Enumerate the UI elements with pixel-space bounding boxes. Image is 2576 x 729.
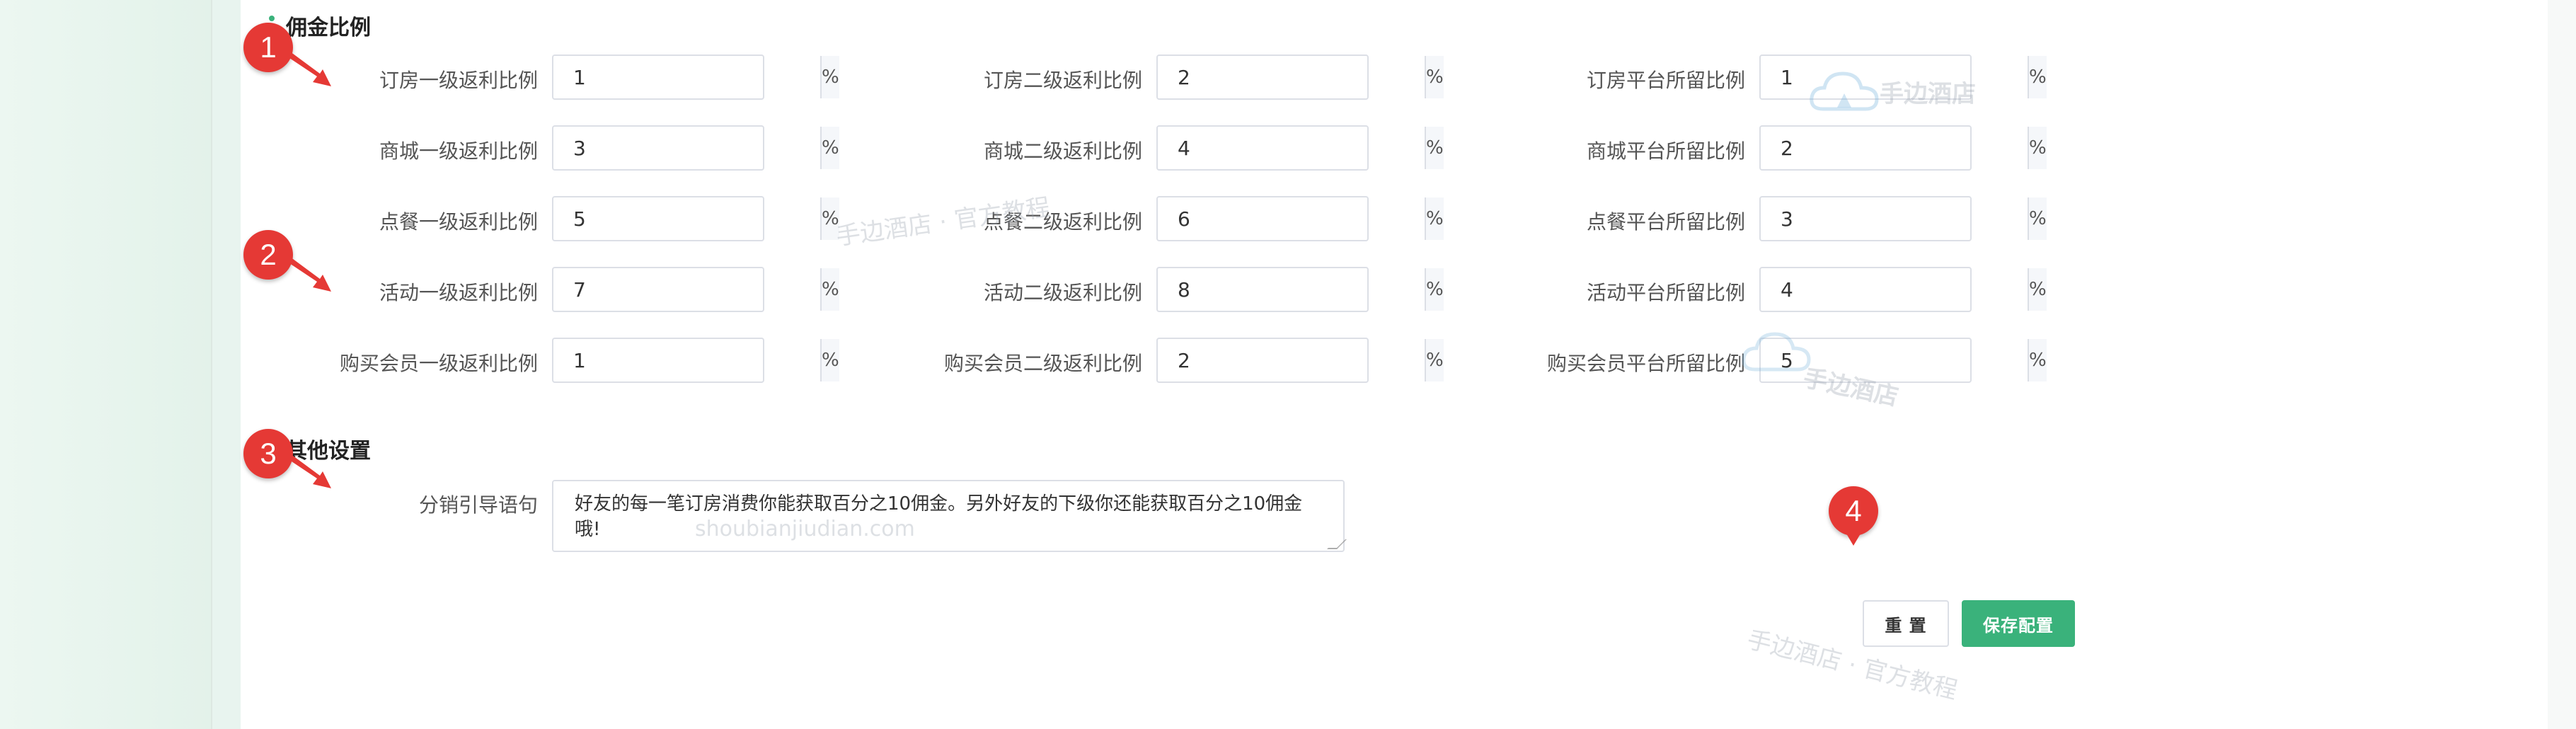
input-group: %: [1759, 125, 2047, 171]
membership-level1-input[interactable]: [553, 339, 822, 381]
percent-unit: %: [2029, 197, 2047, 240]
input-group: %: [1759, 54, 2047, 100]
field-label: 商城一级返利比例: [379, 139, 538, 163]
input-group: %: [1759, 196, 2047, 241]
field-label: 活动二级返利比例: [983, 281, 1142, 304]
booking-level2-input[interactable]: [1158, 56, 1426, 98]
percent-unit: %: [2029, 268, 2047, 311]
guide-textarea[interactable]: 好友的每一笔订房消费你能获取百分之10佣金。另外好友的下级你还能获取百分之10佣…: [552, 480, 1345, 552]
percent-unit: %: [2029, 339, 2047, 381]
field-label: 购买会员一级返利比例: [339, 352, 538, 375]
section-marker-dot: [269, 16, 275, 21]
booking-level1-input[interactable]: [553, 56, 822, 98]
field-label: 点餐一级返利比例: [379, 210, 538, 234]
dining-level2-input[interactable]: [1158, 197, 1426, 240]
annotation-pin-4: 4: [1829, 486, 1878, 557]
activity-platform-input[interactable]: [1761, 268, 2029, 311]
field-label: 点餐二级返利比例: [983, 210, 1142, 234]
save-config-button[interactable]: 保存配置: [1962, 600, 2075, 647]
field-label: 购买会员平台所留比例: [1546, 352, 1745, 375]
input-group: %: [552, 338, 839, 383]
field-label: 商城平台所留比例: [1586, 139, 1745, 163]
field-label: 订房二级返利比例: [983, 69, 1142, 92]
field-label: 点餐平台所留比例: [1586, 210, 1745, 234]
field-label: 活动平台所留比例: [1586, 281, 1745, 304]
input-group: %: [552, 125, 839, 171]
dining-level1-input[interactable]: [553, 197, 822, 240]
annotation-arrow-icon: [283, 50, 331, 86]
booking-platform-input[interactable]: [1761, 56, 2029, 98]
annotation-badge-4: 4: [1829, 486, 1878, 536]
annotation-arrow-icon: [283, 452, 331, 488]
input-group: %: [1156, 196, 1444, 241]
activity-level1-input[interactable]: [553, 268, 822, 311]
input-group: %: [552, 267, 839, 312]
annotation-arrow-icon: [283, 255, 331, 292]
guide-label: 分销引导语句: [418, 493, 538, 517]
field-label: 订房平台所留比例: [1586, 69, 1745, 92]
section-title-commission: 佣金比例: [286, 16, 371, 40]
reset-button[interactable]: 重 置: [1863, 600, 1949, 647]
input-group: %: [1759, 338, 2047, 383]
field-label: 订房一级返利比例: [379, 69, 538, 92]
sidebar-background: [0, 0, 212, 729]
percent-unit: %: [2029, 56, 2047, 98]
input-group: %: [1156, 54, 1444, 100]
right-gutter: [2548, 0, 2576, 729]
input-group: %: [1156, 125, 1444, 171]
input-group: %: [1156, 338, 1444, 383]
dining-platform-input[interactable]: [1761, 197, 2029, 240]
field-label: 活动一级返利比例: [379, 281, 538, 304]
mall-level2-input[interactable]: [1158, 127, 1426, 169]
input-group: %: [1759, 267, 2047, 312]
input-group: %: [1156, 267, 1444, 312]
membership-platform-input[interactable]: [1761, 339, 2029, 381]
pin-tail-icon: [1844, 530, 1863, 546]
input-group: %: [552, 196, 839, 241]
mall-platform-input[interactable]: [1761, 127, 2029, 169]
input-group: %: [552, 54, 839, 100]
field-label: 购买会员二级返利比例: [943, 352, 1142, 375]
mall-level1-input[interactable]: [553, 127, 822, 169]
percent-unit: %: [2029, 127, 2047, 169]
activity-level2-input[interactable]: [1158, 268, 1426, 311]
membership-level2-input[interactable]: [1158, 339, 1426, 381]
field-label: 商城二级返利比例: [983, 139, 1142, 163]
